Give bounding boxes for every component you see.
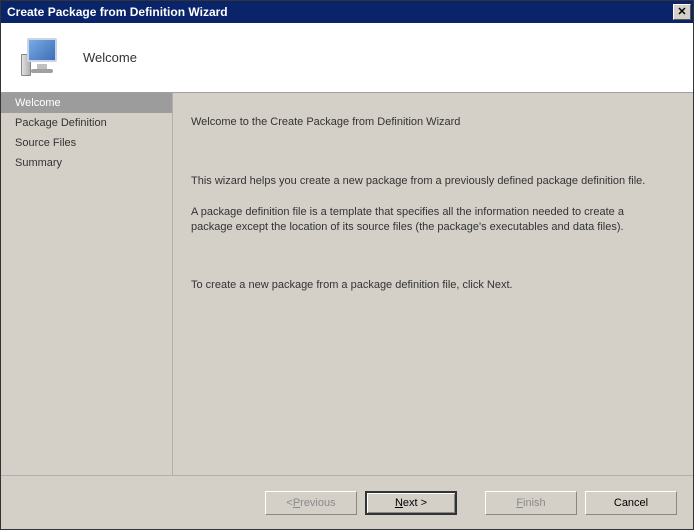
content-panel: Welcome to the Create Package from Defin…: [173, 93, 693, 475]
previous-button: < Previous: [265, 491, 357, 515]
window-title: Create Package from Definition Wizard: [7, 5, 228, 19]
close-icon: ✕: [677, 7, 686, 18]
footer: < Previous Next > Finish Cancel: [1, 475, 693, 529]
content-paragraph: This wizard helps you create a new packa…: [191, 174, 665, 189]
sidebar: Welcome Package Definition Source Files …: [1, 93, 173, 475]
close-button[interactable]: ✕: [673, 4, 691, 20]
button-accel: N: [395, 497, 403, 509]
computer-icon: [21, 36, 65, 80]
content-paragraph: A package definition file is a template …: [191, 205, 665, 235]
button-accel: F: [516, 497, 523, 509]
cancel-button[interactable]: Cancel: [585, 491, 677, 515]
next-button[interactable]: Next >: [365, 491, 457, 515]
finish-button: Finish: [485, 491, 577, 515]
content-paragraph: To create a new package from a package d…: [191, 278, 665, 293]
wizard-window: Create Package from Definition Wizard ✕ …: [0, 0, 694, 530]
sidebar-item-label: Package Definition: [15, 117, 107, 129]
sidebar-item-label: Summary: [15, 157, 62, 169]
page-title: Welcome: [83, 50, 137, 65]
button-rest: ext >: [403, 497, 427, 509]
button-rest: revious: [300, 497, 335, 509]
button-rest: inish: [523, 497, 546, 509]
header-panel: Welcome: [1, 23, 693, 93]
sidebar-item-source-files[interactable]: Source Files: [1, 133, 172, 153]
body-area: Welcome Package Definition Source Files …: [1, 93, 693, 475]
sidebar-item-label: Source Files: [15, 137, 76, 149]
sidebar-item-package-definition[interactable]: Package Definition: [1, 113, 172, 133]
content-title: Welcome to the Create Package from Defin…: [191, 115, 665, 130]
sidebar-item-label: Welcome: [15, 97, 61, 109]
button-accel: P: [293, 497, 300, 509]
sidebar-item-welcome[interactable]: Welcome: [1, 93, 172, 113]
button-label: Cancel: [614, 497, 648, 509]
titlebar: Create Package from Definition Wizard ✕: [1, 1, 693, 23]
sidebar-item-summary[interactable]: Summary: [1, 153, 172, 173]
